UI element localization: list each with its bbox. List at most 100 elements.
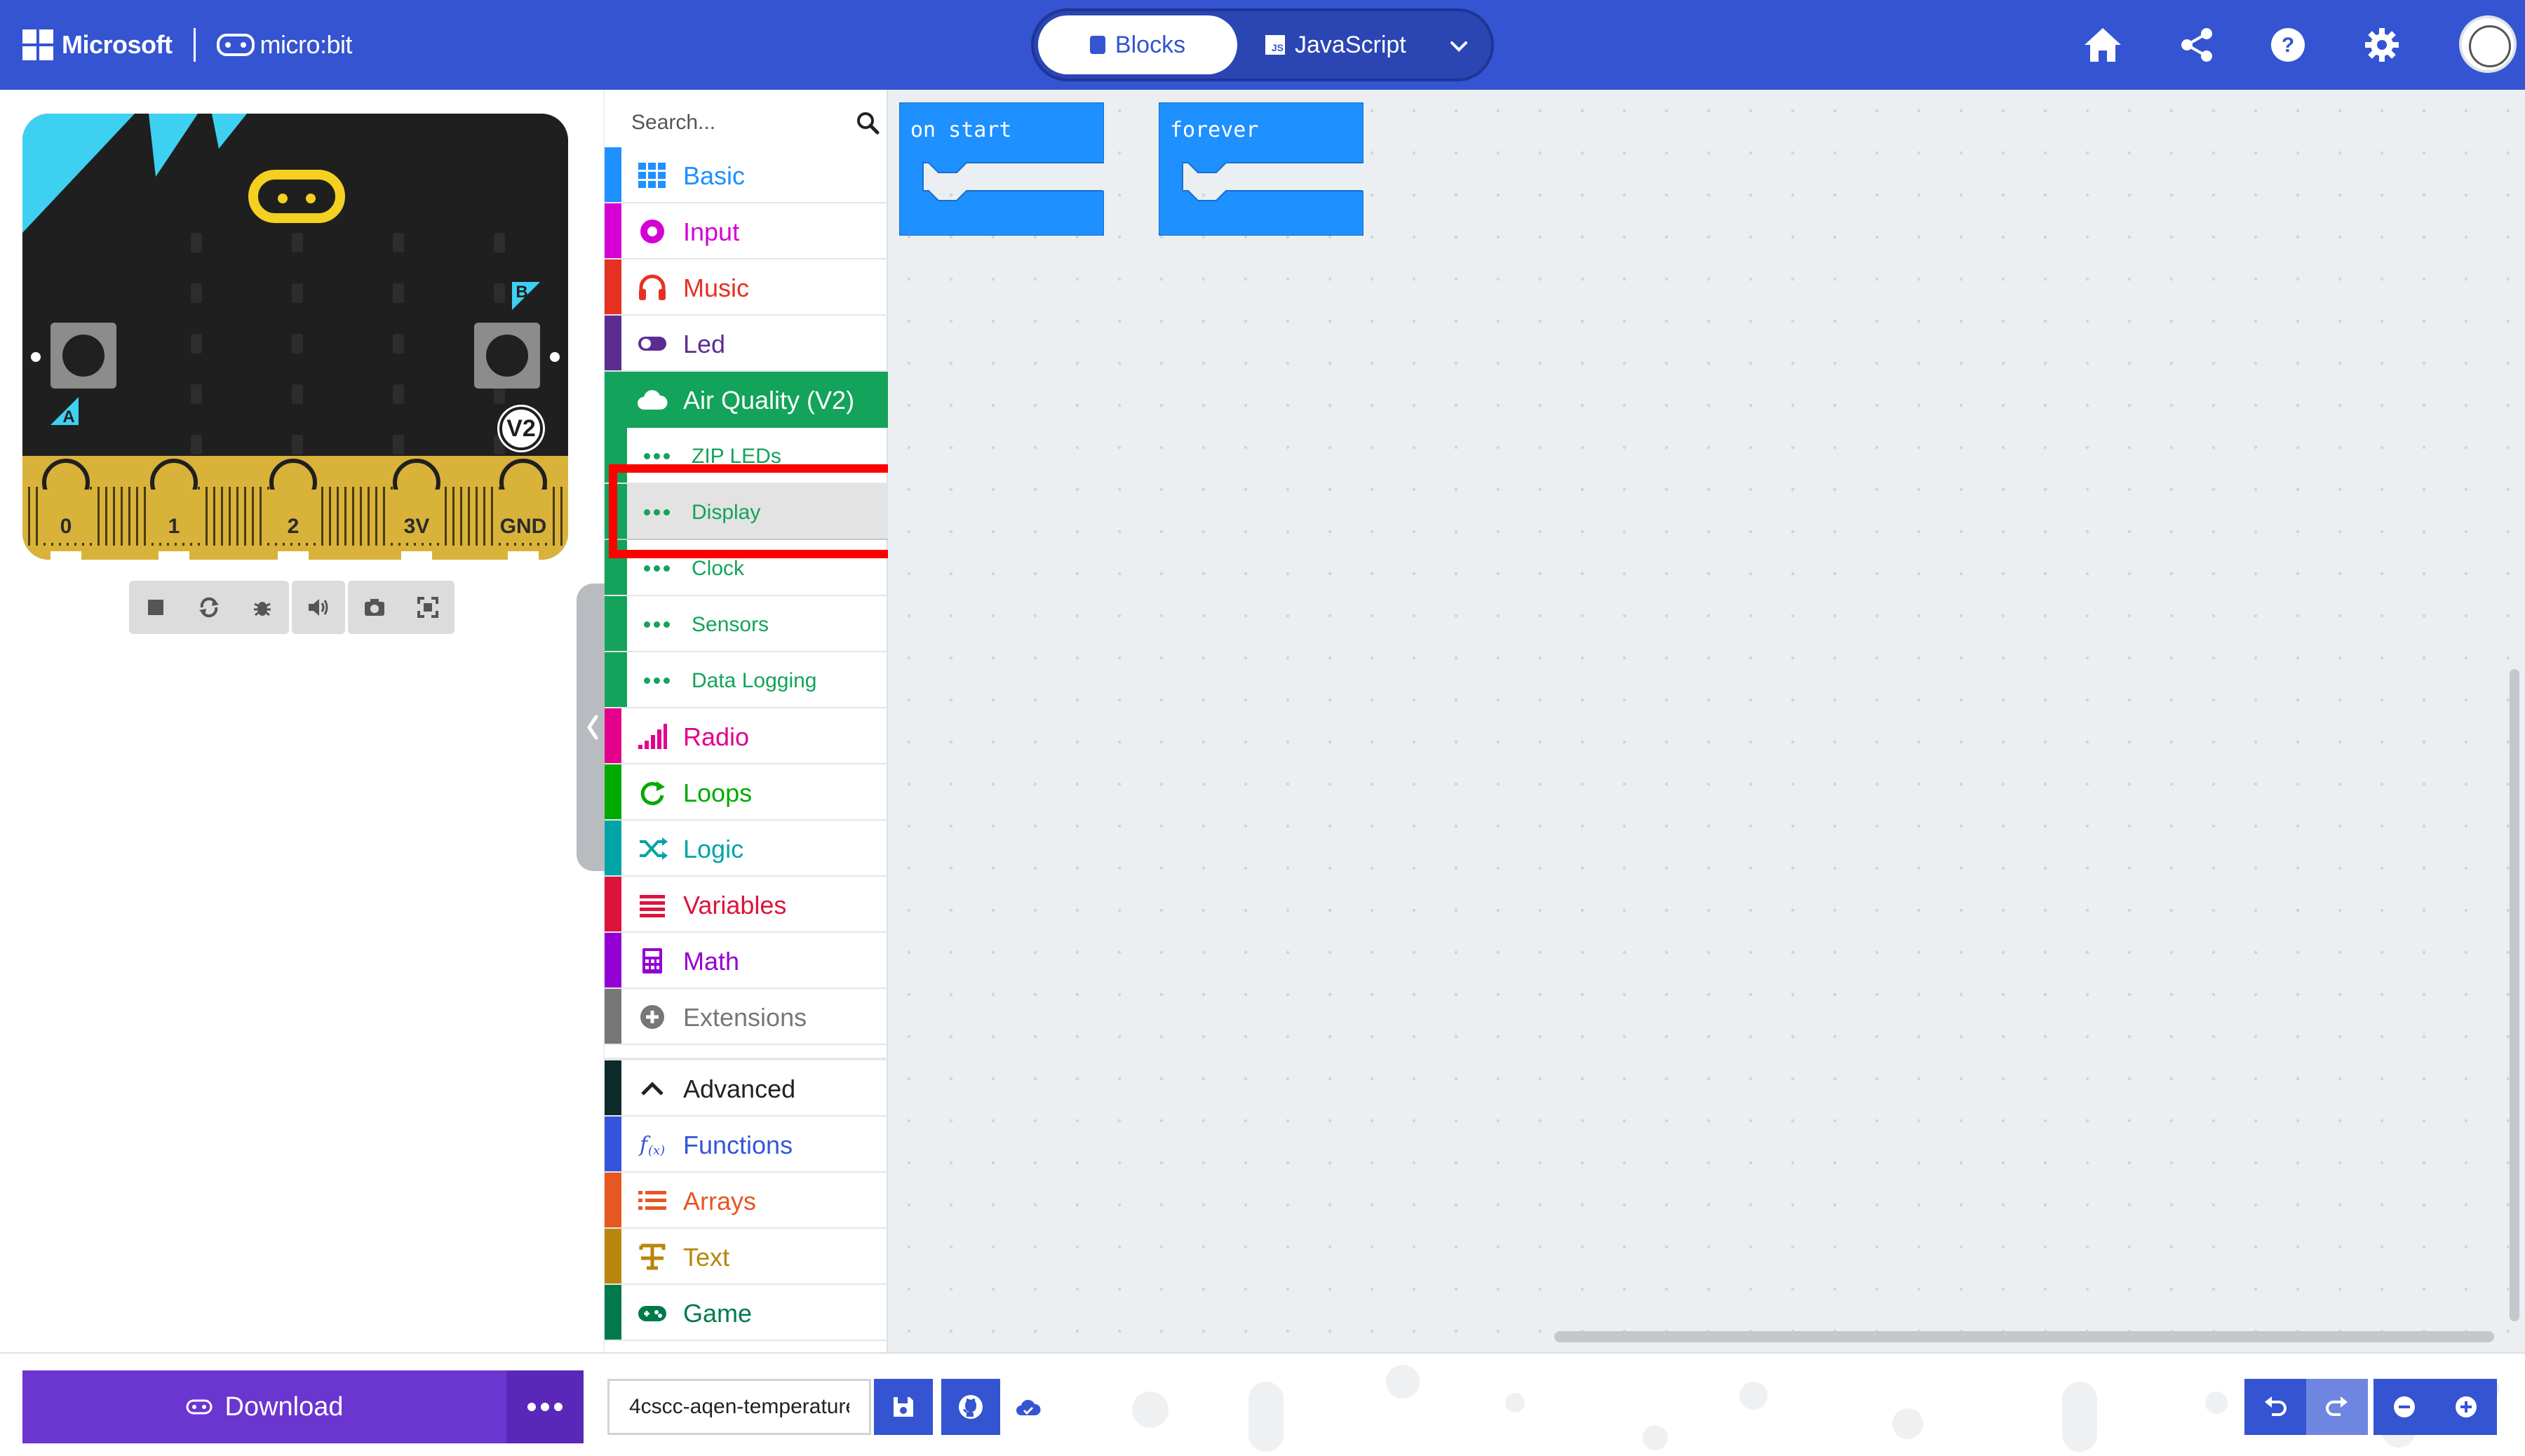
simulator-panel: A B V2 0 1 2 3V GND bbox=[0, 90, 603, 1352]
sound-icon[interactable] bbox=[292, 581, 345, 634]
undo-button[interactable] bbox=[2244, 1379, 2306, 1435]
brand[interactable]: Microsoft micro:bit bbox=[22, 25, 353, 65]
zoom-in-button[interactable] bbox=[2435, 1379, 2497, 1435]
github-icon bbox=[959, 1395, 983, 1419]
list-lines-icon bbox=[640, 895, 665, 917]
toolbox-category-advanced[interactable]: Advanced bbox=[605, 1060, 888, 1117]
toolbox-category-text[interactable]: Text bbox=[605, 1229, 888, 1285]
category-label: Game bbox=[683, 1299, 753, 1328]
category-label: Arrays bbox=[683, 1187, 757, 1215]
radio-button-icon bbox=[640, 220, 664, 243]
help-icon[interactable]: ? bbox=[2265, 22, 2310, 67]
blocks-workspace[interactable]: on start forever bbox=[888, 90, 2525, 1352]
subcategory-label: Clock bbox=[692, 557, 745, 580]
workspace-vertical-scrollbar[interactable] bbox=[2510, 669, 2519, 1321]
pin-3v[interactable]: 3V bbox=[389, 459, 445, 560]
toolbox-category-led[interactable]: Led bbox=[605, 316, 888, 372]
undo-redo-group bbox=[2244, 1379, 2368, 1435]
search-icon[interactable] bbox=[856, 111, 880, 135]
pin-0[interactable]: 0 bbox=[38, 459, 94, 560]
toolbox-category-logic[interactable]: Logic bbox=[605, 821, 888, 877]
button-b[interactable] bbox=[474, 323, 540, 389]
redo-button[interactable] bbox=[2306, 1379, 2368, 1435]
toolbox: Search... Basic Input Music Led Air Qual… bbox=[605, 90, 888, 1352]
pin-1[interactable]: 1 bbox=[146, 459, 202, 560]
download-label: Download bbox=[224, 1391, 344, 1422]
category-label: Radio bbox=[683, 722, 750, 751]
toolbox-category-variables[interactable]: Variables bbox=[605, 877, 888, 933]
category-label: Functions bbox=[683, 1131, 793, 1159]
dots-icon bbox=[644, 678, 670, 684]
screenshot-icon[interactable] bbox=[348, 581, 401, 634]
cloud-save-icon[interactable] bbox=[1016, 1396, 1041, 1421]
workspace-horizontal-scrollbar[interactable] bbox=[1554, 1331, 2494, 1342]
brand-divider bbox=[193, 28, 196, 62]
toolbox-category-radio[interactable]: Radio bbox=[605, 708, 888, 764]
project-name-input[interactable] bbox=[607, 1379, 871, 1435]
share-icon[interactable] bbox=[2174, 22, 2219, 67]
download-more-button[interactable] bbox=[506, 1370, 584, 1443]
touch-logo[interactable] bbox=[248, 170, 345, 223]
settings-icon[interactable] bbox=[2359, 22, 2404, 67]
toolbox-category-loops[interactable]: Loops bbox=[605, 764, 888, 821]
block-on-start[interactable]: on start bbox=[898, 102, 1105, 236]
category-label: Basic bbox=[683, 161, 746, 190]
toolbox-category-basic[interactable]: Basic bbox=[605, 147, 888, 203]
category-label: Loops bbox=[683, 778, 753, 807]
zoom-out-button[interactable] bbox=[2374, 1379, 2435, 1435]
debug-icon[interactable] bbox=[236, 581, 289, 634]
category-label: Logic bbox=[683, 835, 744, 863]
puzzle-icon bbox=[1089, 36, 1105, 54]
save-button[interactable] bbox=[874, 1379, 933, 1435]
header-bar: Microsoft micro:bit Blocks JS JavaScript… bbox=[0, 0, 2525, 90]
toolbox-subcategory-data-logging[interactable]: Data Logging bbox=[605, 652, 888, 708]
toolbox-search-input[interactable]: Search... bbox=[627, 98, 880, 147]
toolbox-category-input[interactable]: Input bbox=[605, 203, 888, 259]
chevron-down-icon[interactable] bbox=[1445, 32, 1473, 60]
calculator-icon bbox=[642, 948, 662, 973]
svg-text:B: B bbox=[516, 283, 527, 302]
dots-icon bbox=[644, 565, 670, 572]
shuffle-icon bbox=[640, 837, 668, 860]
toolbox-category-music[interactable]: Music bbox=[605, 259, 888, 316]
category-label: Variables bbox=[683, 891, 787, 919]
toolbox-category-extensions[interactable]: Extensions bbox=[605, 989, 888, 1045]
redo-icon bbox=[2326, 1396, 2348, 1416]
svg-text:?: ? bbox=[2282, 34, 2294, 57]
javascript-mode-button[interactable]: JS JavaScript bbox=[1265, 15, 1434, 74]
block-label: forever bbox=[1170, 118, 1259, 142]
toolbox-category-arrays[interactable]: Arrays bbox=[605, 1173, 888, 1229]
signal-bars-icon bbox=[638, 724, 667, 749]
avatar[interactable] bbox=[2459, 15, 2517, 73]
download-button[interactable]: Download bbox=[22, 1370, 506, 1443]
blocks-mode-button[interactable]: Blocks bbox=[1038, 15, 1237, 74]
fullscreen-icon[interactable] bbox=[401, 581, 454, 634]
plus-circle-icon bbox=[640, 1005, 664, 1029]
list-icon bbox=[638, 1191, 666, 1210]
toolbox-subcategory-sensors[interactable]: Sensors bbox=[605, 596, 888, 652]
function-icon: f (x) bbox=[638, 1133, 665, 1158]
js-icon: JS bbox=[1265, 35, 1285, 55]
subcategory-label: Sensors bbox=[692, 613, 769, 636]
microbit-icon bbox=[186, 1399, 212, 1415]
pin-gnd[interactable]: GND bbox=[495, 459, 551, 560]
dots-icon bbox=[644, 621, 670, 628]
category-label: Math bbox=[683, 947, 740, 976]
gamepad-icon bbox=[638, 1306, 666, 1321]
button-a[interactable] bbox=[50, 323, 116, 389]
toolbox-category-game[interactable]: Game bbox=[605, 1285, 888, 1341]
footer-bar: Download bbox=[0, 1352, 2525, 1456]
toolbox-category-functions[interactable]: f (x) Functions bbox=[605, 1117, 888, 1173]
simulator-toolbar bbox=[129, 581, 454, 634]
block-forever[interactable]: forever bbox=[1158, 102, 1364, 236]
stop-icon[interactable] bbox=[129, 581, 182, 634]
microsoft-logo-icon bbox=[22, 29, 53, 60]
pin-2[interactable]: 2 bbox=[265, 459, 321, 560]
toolbox-category-math[interactable]: Math bbox=[605, 933, 888, 989]
home-icon[interactable] bbox=[2080, 22, 2125, 67]
category-label: Led bbox=[683, 330, 726, 358]
zoom-group bbox=[2374, 1379, 2497, 1435]
toolbox-category-air-quality[interactable]: Air Quality (V2) bbox=[605, 372, 888, 428]
github-button[interactable] bbox=[941, 1379, 1000, 1435]
restart-icon[interactable] bbox=[182, 581, 236, 634]
